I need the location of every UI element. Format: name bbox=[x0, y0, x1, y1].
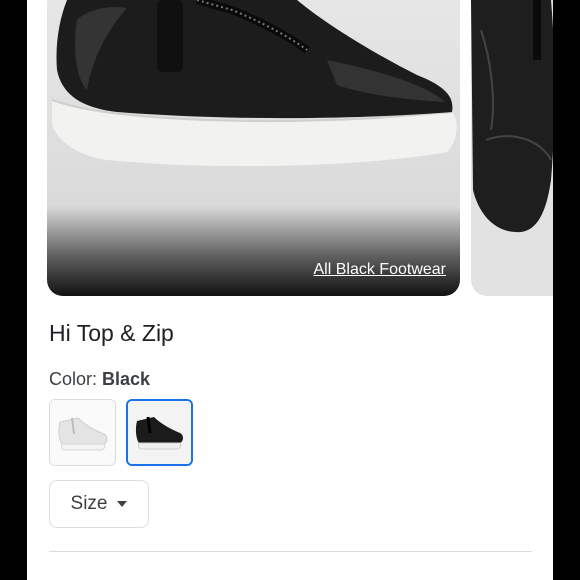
swatch-white[interactable] bbox=[49, 399, 116, 466]
caret-down-icon bbox=[117, 501, 128, 507]
all-black-footwear-link[interactable]: All Black Footwear bbox=[314, 261, 447, 279]
product-title: Hi Top & Zip bbox=[49, 320, 174, 346]
color-value: Black bbox=[102, 369, 151, 389]
white-sneaker-thumbnail-icon bbox=[50, 400, 115, 465]
size-dropdown-button[interactable]: Size bbox=[49, 480, 149, 528]
color-label: Color: bbox=[49, 369, 98, 389]
product-image-next[interactable] bbox=[471, 0, 553, 296]
swatch-black[interactable] bbox=[126, 399, 193, 466]
size-label: Size bbox=[70, 493, 108, 514]
divider bbox=[49, 551, 532, 552]
product-image-main[interactable]: All Black Footwear bbox=[47, 0, 460, 296]
black-boot-image bbox=[471, 0, 553, 233]
color-row: Color: Black bbox=[49, 369, 150, 390]
black-sneaker-thumbnail-icon bbox=[128, 401, 191, 464]
product-page: All Black Footwear Hi Top & Zip Color: B… bbox=[27, 0, 553, 580]
image-gradient-overlay bbox=[47, 206, 460, 296]
